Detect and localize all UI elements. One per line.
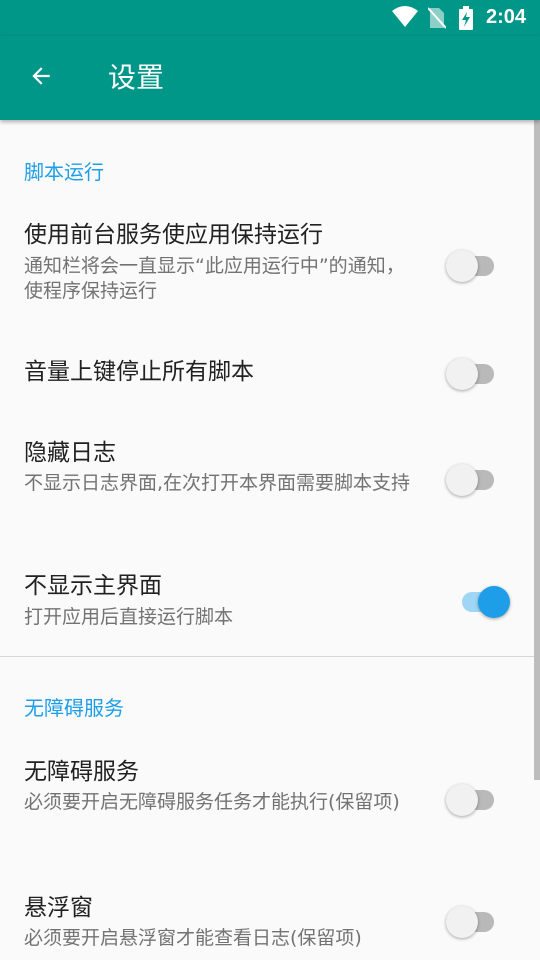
page-title: 设置 <box>108 61 165 94</box>
back-button[interactable] <box>16 54 66 102</box>
pref-title: 无障碍服务 <box>24 759 139 785</box>
status-bar: 2:04 <box>0 0 540 36</box>
hide-log-switch[interactable] <box>446 458 500 498</box>
pref-volume-key-stop[interactable]: 音量上键停止所有脚本 <box>0 344 534 404</box>
wifi-icon <box>392 6 418 32</box>
section-divider <box>0 656 540 657</box>
volume-key-stop-switch[interactable] <box>446 352 500 392</box>
pref-hide-log[interactable]: 隐藏日志 不显示日志界面,在次打开本界面需要脚本支持 <box>0 434 534 534</box>
pref-foreground-service[interactable]: 使用前台服务使应用保持运行 通知栏将会一直显示“此应用运行中”的通知，使程序保持… <box>0 216 534 324</box>
pref-summary: 通知栏将会一直显示“此应用运行中”的通知，使程序保持运行 <box>24 255 405 302</box>
pref-title: 不显示主界面 <box>24 573 162 599</box>
pref-title: 音量上键停止所有脚本 <box>24 359 254 385</box>
floating-window-switch[interactable] <box>446 900 500 940</box>
pref-accessibility-service[interactable]: 无障碍服务 必须要开启无障碍服务任务才能执行(保留项) <box>0 754 534 854</box>
accessibility-service-switch[interactable] <box>446 778 500 818</box>
hide-main-ui-switch[interactable] <box>456 580 510 620</box>
no-sim-icon <box>427 6 447 34</box>
pref-summary: 不显示日志界面,在次打开本界面需要脚本支持 <box>24 472 411 494</box>
section-header-accessibility: 无障碍服务 <box>24 696 124 720</box>
foreground-service-switch[interactable] <box>446 244 500 284</box>
section-header-script: 脚本运行 <box>24 160 104 184</box>
pref-hide-main-ui[interactable]: 不显示主界面 打开应用后直接运行脚本 <box>0 568 534 638</box>
pref-title: 隐藏日志 <box>24 440 116 466</box>
pref-title: 使用前台服务使应用保持运行 <box>24 222 323 248</box>
pref-title: 悬浮窗 <box>24 895 93 921</box>
app-toolbar: 设置 <box>0 36 540 120</box>
arrow-left-icon <box>28 63 54 93</box>
pref-floating-window[interactable]: 悬浮窗 必须要开启悬浮窗才能查看日志(保留项) <box>0 890 534 960</box>
settings-list: 脚本运行 使用前台服务使应用保持运行 通知栏将会一直显示“此应用运行中”的通知，… <box>0 120 540 960</box>
pref-summary: 必须要开启无障碍服务任务才能执行(保留项) <box>24 791 400 813</box>
pref-summary: 打开应用后直接运行脚本 <box>24 606 234 628</box>
status-time: 2:04 <box>485 6 526 28</box>
scrollbar[interactable] <box>534 120 540 780</box>
pref-summary: 必须要开启悬浮窗才能查看日志(保留项) <box>24 927 362 949</box>
battery-charging-icon <box>458 6 474 34</box>
